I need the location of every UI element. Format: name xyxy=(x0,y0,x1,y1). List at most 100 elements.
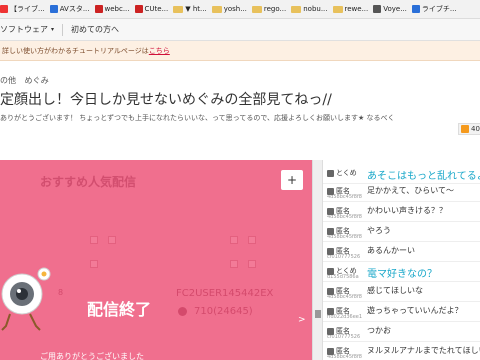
folder-icon xyxy=(291,5,302,13)
rss-badge[interactable]: 40 xyxy=(458,123,480,135)
chat-panel: とくめ あそこはもっと乱れてるよ 4d58bc45f8f8 匿名 足かかえて、ひ… xyxy=(312,160,480,360)
chat-user: 匿名 xyxy=(327,186,350,196)
folder-icon xyxy=(332,5,343,13)
placeholder-square xyxy=(248,236,256,244)
bookmark-icon xyxy=(0,5,8,13)
broadcast-header: の他 めぐみ 定顔出し！今日しか見せないめぐみの全部見てねっ// ありがとうござ… xyxy=(0,61,480,155)
panel-title: おすすめ人気配信 xyxy=(40,175,137,189)
recommended-panel: おすすめ人気配信 + 8 配信終了 FC2USER145442EX 710(24… xyxy=(0,160,312,360)
scroll-thumb[interactable] xyxy=(315,310,321,318)
chat-user: 匿名 xyxy=(327,286,350,296)
nav-software[interactable]: ソフトウェア xyxy=(0,24,48,35)
chat-user: 匿名 xyxy=(327,246,350,256)
notice-text: 詳しい使い方がわかるチュートリアルページは xyxy=(2,46,149,55)
placeholder-square xyxy=(230,260,238,268)
chevron-down-icon[interactable]: ▾ xyxy=(51,26,54,33)
chat-user: とくめ xyxy=(327,266,357,276)
user-id: 710(24645) xyxy=(194,306,253,317)
user-icon xyxy=(178,307,187,316)
placeholder-square xyxy=(230,236,238,244)
folder-icon xyxy=(173,5,184,13)
chat-message: 遊っちゃっていいんだよ？ xyxy=(367,306,463,315)
placeholder-square xyxy=(90,236,98,244)
left-number: 8 xyxy=(58,288,64,297)
chat-row: とくめ あそこはもっと乱れてるよ xyxy=(323,166,480,184)
chat-row: cf010777526 匿名 つかお xyxy=(323,324,480,342)
avatar-icon xyxy=(327,207,334,215)
avatar-icon xyxy=(327,327,334,335)
bookmark-8[interactable]: rewe... xyxy=(332,5,368,13)
chat-message: あそこはもっと乱れてるよ xyxy=(367,171,480,182)
performer-name[interactable]: めぐみ xyxy=(25,76,49,85)
chat-row: ffd022d36ee1 匿名 遊っちゃっていいんだよ？ xyxy=(323,304,480,322)
bookmark-icon xyxy=(134,5,143,13)
category-line: の他 めぐみ xyxy=(0,75,49,86)
bookmark-2[interactable]: webc... xyxy=(94,5,130,13)
bookmark-5[interactable]: yosh... xyxy=(211,5,247,13)
broadcast-title: 定顔出し！今日しか見せないめぐみの全部見てねっ// xyxy=(0,92,332,108)
tutorial-link[interactable]: こちら xyxy=(149,46,170,56)
screen: 【ライブ... AVスタ... webc... CUte... ▼ ht... … xyxy=(0,0,480,360)
chat-row: 4d58bc45f8f8 匿名 足かかえて、ひらいて～ xyxy=(323,184,480,202)
broadcast-description: ありがとうございます！ ちょっとずつでも上手になれたらいいな、って思ってるので、… xyxy=(0,114,395,122)
bookmark-7[interactable]: nobu... xyxy=(291,5,328,13)
chat-row: 4d58bc45f8f8 匿名 やろう xyxy=(323,224,480,242)
placeholder-square xyxy=(108,236,116,244)
chat-message: やろう xyxy=(367,226,391,235)
chat-user: とくめ xyxy=(327,168,357,178)
chat-message: 感じてほしいな xyxy=(367,286,423,295)
bookmark-icon xyxy=(411,5,420,13)
chat-message: 足かかえて、ひらいて～ xyxy=(367,186,454,195)
site-nav: ソフトウェア ▾ 初めての方へ xyxy=(0,19,480,41)
avatar-icon xyxy=(327,227,334,235)
nav-beginners[interactable]: 初めての方へ xyxy=(71,24,119,35)
broadcast-ended-label: 配信終了 xyxy=(87,300,152,319)
rss-icon xyxy=(461,125,469,133)
chat-user: 匿名 xyxy=(327,306,350,316)
folder-icon xyxy=(211,5,222,13)
bookmark-4[interactable]: ▼ ht... xyxy=(173,5,207,13)
category-label[interactable]: の他 xyxy=(0,76,16,85)
chat-user: 匿名 xyxy=(327,226,350,236)
rss-count: 40 xyxy=(471,125,480,133)
add-button[interactable]: + xyxy=(281,170,303,190)
chat-row: 4d58bc45f8f8 匿名 感じてほしいな xyxy=(323,284,480,302)
bookmark-0[interactable]: 【ライブ... xyxy=(0,4,45,14)
chat-row: d155d7586a とくめ 電マ好きなの？ xyxy=(323,264,480,282)
placeholder-square xyxy=(248,260,256,268)
bookmark-1[interactable]: AVスタ... xyxy=(49,4,90,14)
avatar-icon xyxy=(327,187,334,195)
bookmark-6[interactable]: rego... xyxy=(251,5,286,13)
bookmarks-bar: 【ライブ... AVスタ... webc... CUte... ▼ ht... … xyxy=(0,0,480,19)
chat-message: 電マ好きなの？ xyxy=(367,269,437,280)
bookmark-icon xyxy=(373,5,382,13)
bookmark-10[interactable]: ライブチ... xyxy=(411,4,457,14)
avatar-icon xyxy=(327,307,334,315)
avatar-icon xyxy=(327,287,334,295)
bookmark-icon xyxy=(94,5,103,13)
chat-message: かわいい声きける？？ xyxy=(367,206,447,215)
next-arrow[interactable]: > xyxy=(298,315,306,325)
avatar-icon xyxy=(327,247,334,255)
chat-message: ヌルヌルアナルまでたれてほしい xyxy=(367,346,480,355)
chat-row: 4d58bc45f8f8 匿名 かわいい声きける？？ xyxy=(323,204,480,222)
chat-user: 匿名 xyxy=(327,326,350,336)
avatar-icon xyxy=(327,347,334,355)
chat-message: つかお xyxy=(367,326,391,335)
chat-row: cf010777526 匿名 あるんかーい xyxy=(323,244,480,262)
user-name[interactable]: FC2USER145442EX xyxy=(176,288,273,299)
avatar-icon xyxy=(327,169,334,177)
bookmark-9[interactable]: Voye... xyxy=(373,5,407,13)
folder-icon xyxy=(251,5,262,13)
panel-note: ご用ありがとうございました xyxy=(40,352,144,360)
chat-message: あるんかーい xyxy=(367,246,415,255)
bookmark-3[interactable]: CUte... xyxy=(134,5,168,13)
bookmark-icon xyxy=(49,5,58,13)
chat-row: 4d58bc45f8f8 匿名 ヌルヌルアナルまでたれてほしい xyxy=(323,344,480,360)
chat-user: 匿名 xyxy=(327,206,350,216)
nav-divider xyxy=(62,23,64,36)
placeholder-square xyxy=(90,260,98,268)
avatar-icon xyxy=(327,267,334,275)
camera-mascot-icon xyxy=(1,267,51,331)
chat-scrollbar[interactable] xyxy=(313,160,323,360)
